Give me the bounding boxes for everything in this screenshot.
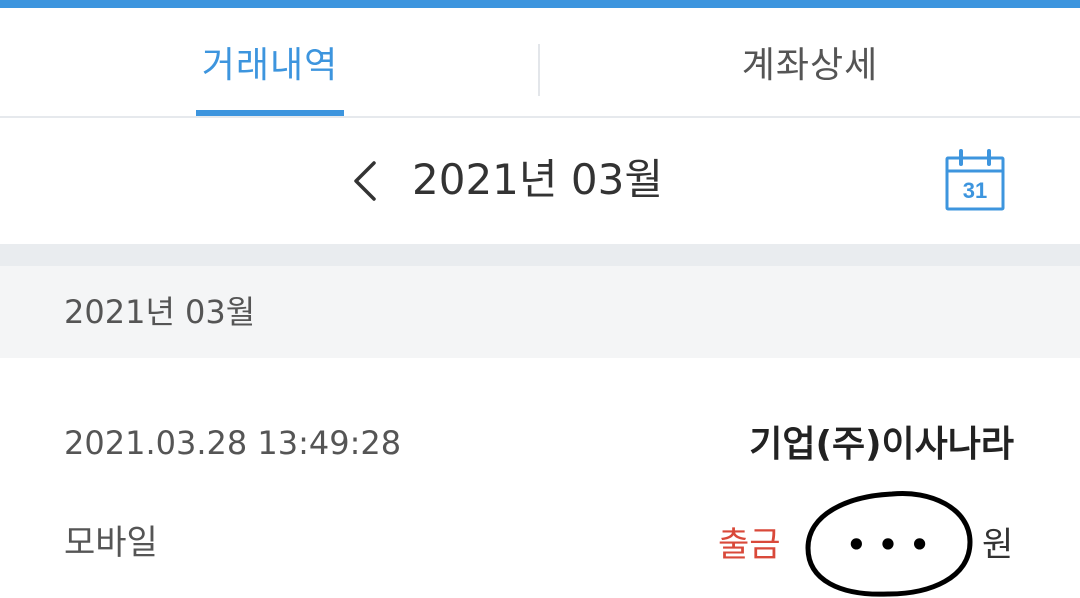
section-separator <box>0 244 1080 266</box>
calendar-button[interactable]: 31 <box>942 148 1008 214</box>
transaction-merchant: 기업(주)이사나라 <box>749 424 1014 465</box>
tab-account-details[interactable]: 계좌상세 <box>700 8 920 116</box>
transaction-row[interactable]: 2021.03.28 13:49:28 기업(주)이사나라 모바일 출금 • •… <box>0 358 1080 598</box>
tab-account-details-label: 계좌상세 <box>741 45 879 86</box>
redacted-amount-text: • • • <box>846 526 930 564</box>
month-group-header: 2021년 03월 <box>0 266 1080 358</box>
top-accent-bar <box>0 0 1080 8</box>
transaction-type: 출금 <box>718 525 781 565</box>
tab-bar: 거래내역 계좌상세 <box>0 8 1080 116</box>
transaction-channel: 모바일 <box>64 523 158 563</box>
current-month-title: 2021년 03월 <box>412 155 663 204</box>
previous-month-button[interactable] <box>340 154 390 208</box>
calendar-icon: 31 <box>945 149 1005 211</box>
month-navigation: 2021년 03월 31 <box>0 118 1080 244</box>
transaction-datetime: 2021.03.28 13:49:28 <box>64 424 402 462</box>
calendar-day-number: 31 <box>963 178 987 203</box>
transaction-currency-unit: 원 <box>982 525 1014 565</box>
tab-divider <box>538 44 540 96</box>
chevron-left-icon <box>354 161 376 201</box>
redacted-amount: • • • <box>805 490 973 597</box>
transaction-history-screen: 거래내역 계좌상세 2021년 03월 31 2021년 03월 2021.03… <box>0 0 1080 598</box>
tab-transactions[interactable]: 거래내역 <box>196 8 344 116</box>
tab-transactions-label: 거래내역 <box>201 45 339 86</box>
month-group-header-label: 2021년 03월 <box>64 293 256 331</box>
